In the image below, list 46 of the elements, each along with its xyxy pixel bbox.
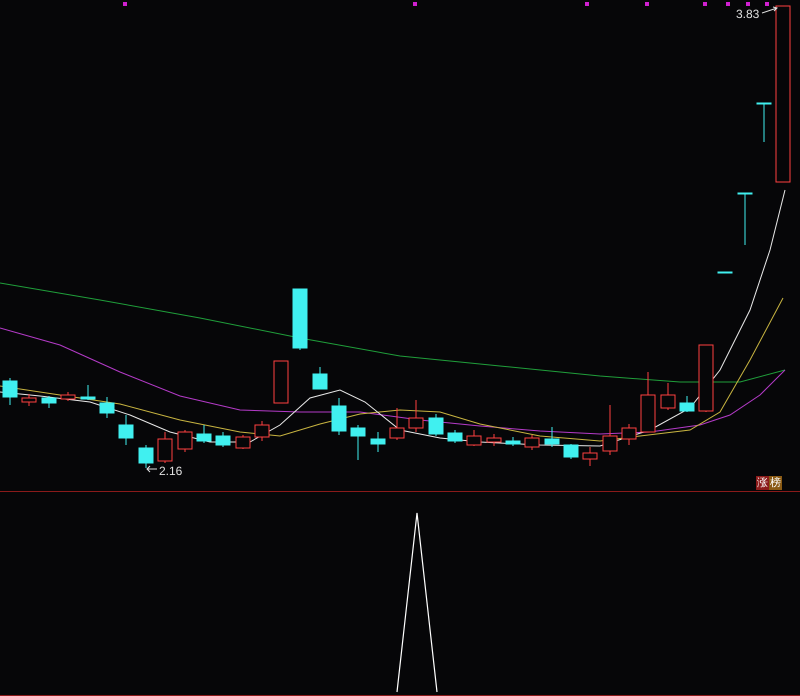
candlestick — [448, 430, 462, 444]
candlestick — [524, 434, 540, 450]
candlestick — [100, 396, 114, 418]
candlestick — [466, 430, 482, 446]
candlestick — [350, 424, 366, 460]
candlestick — [292, 288, 308, 350]
candlestick — [544, 426, 560, 448]
candlestick — [236, 434, 250, 450]
candlestick — [718, 272, 732, 274]
candlestick — [138, 444, 154, 468]
candlestick — [486, 434, 502, 446]
candlestick — [738, 192, 752, 246]
candlestick — [2, 378, 18, 406]
arrow-left-icon — [146, 465, 158, 473]
candlestick — [312, 366, 328, 390]
tag-label: 榜 — [769, 476, 782, 490]
candlestick — [506, 436, 520, 446]
candlestick — [22, 394, 36, 406]
candlestick — [216, 432, 230, 448]
candlestick — [42, 396, 56, 408]
tag-label: 涨 — [756, 476, 769, 490]
candlestick — [80, 384, 96, 400]
candlestick — [158, 432, 172, 464]
candlestick — [390, 408, 404, 440]
candlestick — [660, 382, 676, 410]
candlestick — [602, 404, 618, 456]
candlestick — [370, 432, 386, 452]
candlestick — [582, 446, 598, 466]
high-price-label: 3.83 — [736, 6, 760, 23]
candlestick — [178, 430, 192, 452]
candlestick — [118, 414, 134, 446]
candlestick — [332, 398, 346, 436]
candlestick — [622, 424, 636, 446]
candlestick — [408, 400, 424, 432]
low-price-label: 2.16 — [159, 463, 182, 480]
candlestick — [196, 424, 212, 444]
candlestick — [428, 414, 444, 436]
candlestick — [640, 372, 656, 432]
candlestick — [564, 444, 578, 460]
candlestick — [680, 396, 694, 412]
leader-arrow — [761, 6, 779, 14]
candlestick — [756, 102, 772, 142]
candlestick — [254, 420, 270, 442]
candlestick — [60, 392, 76, 402]
candlestick — [274, 360, 288, 404]
candlestick — [698, 344, 714, 412]
